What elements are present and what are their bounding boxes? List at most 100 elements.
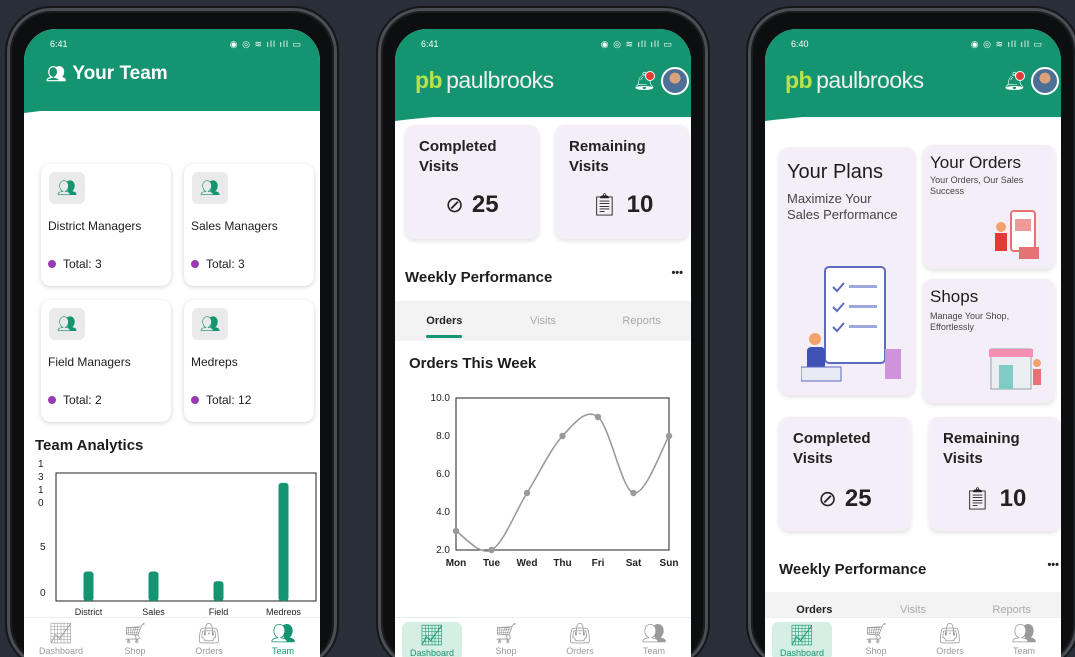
shop-illustration-icon [989,348,1041,390]
team-bar [278,482,289,601]
nav-label: Dashboard [779,648,825,657]
your-orders-subtitle: Your Orders, Our Sales Success [930,175,1024,196]
nav-shop[interactable]: 🛒︎ Shop [105,622,165,656]
team-icon: 👥︎ [192,172,228,204]
tab-reports[interactable]: Reports [592,301,691,341]
header-wave [765,107,1061,121]
avatar[interactable] [661,67,689,95]
remaining-visits-card[interactable]: Remaining Visits 📋︎ 10 [929,417,1061,531]
completed-visits-number: 25 [844,485,872,512]
card-total: Total: 3 [48,257,102,271]
chart-frame [55,472,317,602]
nav-label: Orders [566,646,594,656]
logo-text: paulbrooks [816,67,924,93]
more-menu-icon[interactable]: ••• [671,267,683,279]
remaining-visits-label: Remaining Visits [569,138,646,175]
team-icon: 👥︎ [1011,623,1037,645]
nav-orders[interactable]: 👜︎ Orders [179,622,239,656]
card-title: Sales Managers [191,219,278,233]
medreps-card[interactable]: 👥︎ Medreps Total: 12 [184,300,314,422]
nav-team[interactable]: 👥︎ Team [253,622,313,656]
nav-dashboard[interactable]: 📈︎ Dashboard [402,622,462,657]
shops-subtitle: Manage Your Shop, Effortlessly [930,311,1010,332]
home-screen: 6:40 ◉ ◎ ≋ ıll ıll ▭ pb paulbrooks 🔔︎ You… [765,29,1061,657]
bottom-nav: 📈︎ Dashboard 🛒︎ Shop 👜︎ Orders 👥︎ Team [395,617,691,657]
card-total: Total: 2 [48,393,102,407]
card-title: Medreps [191,355,238,369]
your-plans-subtitle: Maximize Your [787,191,872,206]
status-bar: 6:41 ◉ ◎ ≋ ıll ıll ▭ [24,29,320,59]
your-plans-card[interactable]: Your Plans Maximize Your Sales Performan… [779,147,915,395]
data-point [523,489,531,497]
team-analytics-chart: 1 3 1 0 5 0 District Sales Field Medreps [38,459,317,615]
data-point [488,546,495,554]
completed-visits-card[interactable]: Completed Visits ⊘ 25 [405,125,539,239]
nav-label: Shop [865,646,887,656]
tab-visits[interactable]: Visits [494,301,593,341]
status-bar: 6:41 ◉ ◎ ≋ ıll ıll ▭ [395,29,691,59]
logo-text: paulbrooks [446,67,554,93]
completed-visits-value: ⊘ 25 [405,191,539,219]
phone-team-screen: 6:41 ◉ ◎ ≋ ıll ıll ▭ 👥︎ Your Team 👥︎ Dis… [7,8,337,657]
logo-mark: pb [415,67,443,93]
avatar[interactable] [1031,67,1059,95]
status-dot [191,396,199,404]
your-plans-subtitle: Sales Performance [787,207,898,222]
card-total: Total: 12 [191,393,251,407]
nav-shop[interactable]: 🛒︎ Shop [476,622,536,656]
nav-orders[interactable]: 👜︎ Orders [920,622,980,656]
more-menu-icon[interactable]: ••• [1047,559,1059,571]
district-managers-card[interactable]: 👥︎ District Managers Total: 3 [41,164,171,286]
bottom-nav: 📈︎ Dashboard 🛒︎ Shop 👜︎ Orders 👥︎ Team [765,617,1061,657]
y-tick-label: 8.0 [436,431,450,442]
team-icon: 👥︎ [192,308,228,340]
page-title-text: Your Team [72,63,168,84]
nav-label: Dashboard [409,648,455,657]
bag-icon: 👜︎ [567,623,593,645]
clipboard-clock-icon: 📋︎ [590,192,619,217]
nav-dashboard[interactable]: 📈︎ Dashboard [772,622,832,657]
x-tick-label: Fri [592,558,605,569]
bottom-nav: 📈︎ Dashboard 🛒︎ Shop 👜︎ Orders 👥︎ Team [24,617,320,657]
y-tick-label: 0 [40,588,46,599]
cart-icon: 🛒︎ [493,623,519,645]
orders-chart-title: Orders This Week [409,355,537,372]
team-icon: 👥︎ [270,623,296,645]
status-icons: ◉ ◎ ≋ ıll ıll ▭ [229,38,302,49]
nav-label: Orders [195,646,223,656]
nav-label: Team [1012,646,1035,656]
x-tick-label: Field [209,607,229,615]
nav-dashboard[interactable]: 📈︎ Dashboard [31,622,91,656]
shops-title: Shops [930,287,979,306]
remaining-visits-card[interactable]: Remaining Visits 📋︎ 10 [555,125,689,239]
notification-badge [645,71,655,81]
phone-dashboard-screen: 6:41 ◉ ◎ ≋ ıll ıll ▭ pb paulbrooks 🔔︎ Com… [378,8,708,657]
remaining-visits-value: 📋︎ 10 [555,191,689,219]
y-tick-label: 1 [38,485,44,496]
orders-this-week-chart: 2.0 4.0 6.0 8.0 10.0 Mon Tue Wed Thu Fri Sat Sun [431,393,679,569]
nav-team[interactable]: 👥︎ Team [994,622,1054,656]
nav-shop[interactable]: 🛒︎ Shop [846,622,906,656]
x-tick-label: Mon [446,558,467,569]
nav-team[interactable]: 👥︎ Team [624,622,684,656]
team-icon: 👥︎ [49,308,85,340]
status-icons: ◉ ◎ ≋ ıll ıll ▭ [970,38,1043,49]
x-tick-label: Tue [483,558,500,569]
x-tick-label: Sales [142,607,165,615]
shops-card[interactable]: Shops Manage Your Shop, Effortlessly [923,279,1055,403]
tab-orders[interactable]: Orders [395,301,494,341]
nav-orders[interactable]: 👜︎ Orders [550,622,610,656]
field-managers-card[interactable]: 👥︎ Field Managers Total: 2 [41,300,171,422]
card-total-text: Total: 12 [206,393,252,407]
status-dot [191,260,199,268]
your-orders-card[interactable]: Your Orders Your Orders, Our Sales Succe… [923,145,1055,269]
x-tick-label: Sun [660,558,679,569]
chart-frame [455,397,670,551]
team-bar [213,581,224,601]
completed-visits-card[interactable]: Completed Visits ⊘ 25 [779,417,911,531]
header-wave [395,107,691,121]
team-icon: 👥︎ [641,623,667,645]
sales-managers-card[interactable]: 👥︎ Sales Managers Total: 3 [184,164,314,286]
y-tick-label: 6.0 [436,469,450,480]
notification-badge [1015,71,1025,81]
